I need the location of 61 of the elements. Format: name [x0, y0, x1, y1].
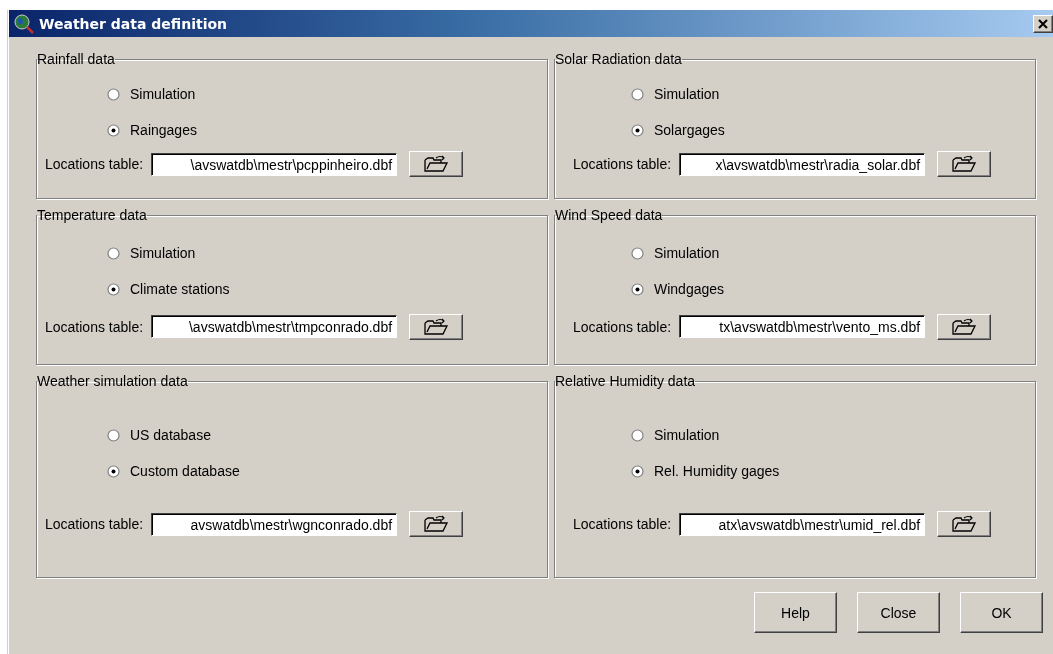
group-title: Weather simulation data: [37, 373, 188, 389]
locations-field[interactable]: tx\avswatdb\mestr\vento_ms.dbf: [679, 315, 926, 339]
field-label: Locations table:: [45, 318, 144, 335]
locations-field[interactable]: x\avswatdb\mestr\radia_solar.dbf: [679, 152, 926, 176]
folder-icon: [951, 515, 978, 533]
radio-button[interactable]: [631, 123, 644, 137]
group-title: Relative Humidity data: [555, 373, 696, 389]
field-label: Locations table:: [45, 516, 144, 532]
close-button[interactable]: [1033, 14, 1053, 33]
option-label: US database: [130, 427, 211, 443]
group-title: Solar Radiation data: [555, 51, 682, 67]
radio-button[interactable]: [631, 282, 644, 296]
group-title: Temperature data: [37, 207, 147, 223]
locations-field[interactable]: \avswatdb\mestr\tmpconrado.dbf: [151, 315, 398, 339]
close-icon: [1038, 18, 1048, 29]
folder-icon: [423, 515, 450, 533]
option-label: Rel. Humidity gages: [654, 463, 780, 479]
option-label: Custom database: [130, 463, 240, 479]
radio-button[interactable]: [631, 87, 644, 101]
locations-field[interactable]: atx\avswatdb\mestr\umid_rel.dbf: [679, 512, 926, 536]
dialog-button[interactable]: Close: [857, 592, 940, 633]
radio-button[interactable]: [107, 87, 120, 101]
browse-button[interactable]: [937, 511, 992, 537]
folder-icon: [423, 155, 450, 173]
radio-button[interactable]: [631, 246, 644, 260]
field-label: Locations table:: [573, 516, 672, 532]
locations-field[interactable]: avswatdb\mestr\wgnconrado.dbf: [151, 512, 398, 536]
option-label: Simulation: [654, 86, 720, 102]
option-label: Raingages: [130, 122, 197, 138]
browse-button[interactable]: [409, 151, 464, 177]
locations-field[interactable]: \avswatdb\mestr\pcppinheiro.dbf: [151, 152, 398, 176]
option-label: Simulation: [654, 427, 720, 443]
dialog-button[interactable]: OK: [960, 592, 1043, 633]
radio-button[interactable]: [107, 464, 120, 478]
radio-button[interactable]: [631, 428, 644, 442]
option-label: Solargages: [654, 122, 725, 138]
option-label: Simulation: [130, 86, 196, 102]
radio-button[interactable]: [107, 282, 120, 296]
folder-icon: [423, 317, 450, 336]
browse-button[interactable]: [409, 313, 464, 340]
group-title: Rainfall data: [37, 51, 115, 67]
browse-button[interactable]: [937, 313, 992, 340]
field-label: Locations table:: [45, 156, 144, 172]
window-title: Weather data definition: [39, 15, 228, 32]
browse-button[interactable]: [937, 151, 992, 177]
field-label: Locations table:: [573, 156, 672, 172]
option-label: Windgages: [654, 281, 725, 298]
field-label: Locations table:: [573, 318, 672, 335]
group-title: Wind Speed data: [555, 207, 663, 223]
folder-icon: [951, 155, 978, 173]
globe-magnifier-icon: [13, 13, 35, 34]
option-label: Climate stations: [130, 281, 230, 298]
folder-icon: [951, 317, 978, 336]
option-label: Simulation: [654, 245, 720, 262]
dialog-button[interactable]: Help: [754, 592, 837, 633]
browse-button[interactable]: [409, 511, 464, 537]
radio-button[interactable]: [107, 428, 120, 442]
radio-button[interactable]: [631, 464, 644, 478]
option-label: Simulation: [130, 245, 196, 262]
radio-button[interactable]: [107, 123, 120, 137]
radio-button[interactable]: [107, 246, 120, 260]
